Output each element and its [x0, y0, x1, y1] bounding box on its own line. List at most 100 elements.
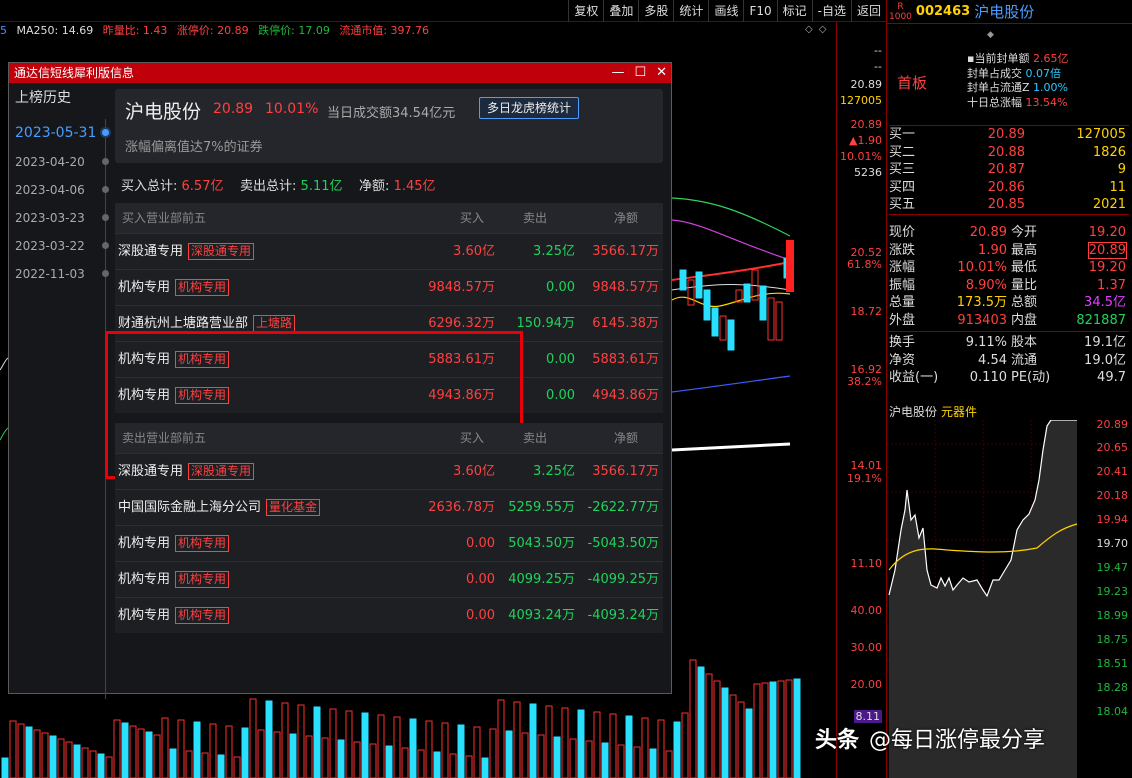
volume-bar [713, 680, 721, 778]
stock-name[interactable]: 沪电股份 [974, 0, 1034, 24]
buy-amount: 2636.78万 [428, 500, 495, 515]
table-row[interactable]: 深股通专用 深股通专用 3.60亿 3.25亿 3566.17万 [115, 453, 663, 489]
quote-key: 流通 [1011, 352, 1038, 368]
volume-bar [193, 721, 201, 778]
rating-badge: R 1000 [889, 2, 912, 22]
pe-ratio: 49.7 [1097, 370, 1126, 385]
sell-total-value: 5.11亿 [300, 179, 343, 194]
bid-row[interactable]: 买三 20.87 9 [889, 161, 1129, 179]
history-date-item[interactable]: 2023-05-31 [15, 125, 96, 141]
f10-button[interactable]: F10 [743, 0, 776, 22]
chart-control-icons[interactable]: ◇◇ [805, 24, 832, 35]
popup-titlebar[interactable]: 通达信短线犀利版信息 — ☐ ✕ [9, 63, 671, 83]
volume-bar [401, 747, 409, 778]
volume-bar [465, 755, 473, 778]
table-row[interactable]: 中国国际金融上海分公司 量化基金 2636.78万 5259.55万 -2622.… [115, 489, 663, 525]
column-header-buy: 买入 [459, 211, 484, 225]
volume-bar [49, 735, 57, 778]
seat-name: 机构专用 [118, 536, 171, 551]
totals-line: 买入总计: 6.57亿 卖出总计: 5.11亿 净额: 1.45亿 [121, 175, 436, 194]
minimize-icon[interactable]: — [611, 63, 624, 83]
history-date-item[interactable]: 2023-04-06 [15, 183, 85, 197]
mark-button[interactable]: 标记 [776, 0, 812, 22]
bid-volume: 2021 [1092, 197, 1126, 212]
table-row[interactable]: 机构专用 机构专用 4943.86万 0.00 4943.86万 [115, 377, 663, 413]
axis-label: 10.01% [840, 150, 882, 163]
bid-row[interactable]: 买一 20.89 127005 [889, 126, 1129, 144]
seat-tag: 上塘路 [253, 315, 296, 332]
ma-green-line [671, 197, 791, 237]
intraday-axis-label: 20.41 [1096, 465, 1129, 478]
collapse-arrow-icon[interactable]: ◆ [987, 30, 994, 40]
bid-row[interactable]: 买五 20.85 2021 [889, 196, 1129, 214]
ma-blue-line [671, 375, 791, 393]
table-row[interactable]: 机构专用 机构专用 0.00 4093.24万 -4093.24万 [115, 597, 663, 633]
table-row[interactable]: 机构专用 机构专用 5883.61万 0.00 5883.61万 [115, 341, 663, 377]
timeline-dot-icon [102, 158, 109, 165]
summary-turnover: 当日成交额34.54亿元 [327, 106, 456, 121]
quote-row: 换手 9.11% 股本 19.1亿 [889, 334, 1129, 352]
volume-bar [329, 708, 337, 778]
history-date-item[interactable]: 2023-03-23 [15, 211, 85, 225]
history-date-item[interactable]: 2023-03-22 [15, 239, 85, 253]
volume-bar [609, 713, 617, 778]
table-row[interactable]: 财通杭州上塘路营业部 上塘路 6296.32万 150.94万 6145.38万 [115, 305, 663, 341]
industry-tag[interactable]: 元器件 [941, 405, 977, 419]
volume-bar [793, 678, 801, 778]
current-price: 20.89 [969, 225, 1007, 240]
seal-row: 封单占流通Z 1.00% [967, 81, 1068, 96]
seat-name: 机构专用 [118, 608, 171, 623]
seal-label: 封单占成交 [967, 66, 1022, 80]
table-row[interactable]: 机构专用 机构专用 0.00 4099.25万 -4099.25万 [115, 561, 663, 597]
volume-bar [553, 736, 561, 778]
left-ma-line [0, 357, 9, 371]
overlay-button[interactable]: 叠加 [603, 0, 638, 22]
seat-tag: 机构专用 [175, 387, 230, 404]
draw-line-button[interactable]: 画线 [708, 0, 743, 22]
table-row[interactable]: 深股通专用 深股通专用 3.60亿 3.25亿 3566.17万 [115, 233, 663, 269]
sell-seats-table: 卖出营业部前五 买入 卖出 净额 深股通专用 深股通专用 3.60亿 3.25亿 … [115, 423, 663, 633]
seal-label: 当前封单额 [974, 52, 1030, 65]
seat-name: 深股通专用 [118, 244, 184, 259]
quote-row: 涨跌 1.90 最高 20.89 [889, 241, 1129, 260]
open-price: 19.20 [1088, 225, 1126, 240]
quote-key: 最低 [1011, 260, 1038, 275]
close-icon[interactable]: ✕ [656, 63, 667, 83]
table-row[interactable]: 机构专用 机构专用 0.00 5043.50万 -5043.50万 [115, 525, 663, 561]
seal-row: 封单占成交 0.07倍 [967, 67, 1068, 82]
statistics-button[interactable]: 统计 [673, 0, 708, 22]
axis-label: 11.10 [850, 557, 883, 570]
sell-amount: 0.00 [546, 388, 575, 403]
column-header-net: 净额 [613, 211, 638, 225]
buy-amount: 4943.86万 [428, 388, 495, 403]
volume-bar [737, 701, 745, 778]
history-date-item[interactable]: 2022-11-03 [15, 267, 85, 281]
volume-bar [345, 710, 353, 778]
multi-day-stats-button[interactable]: 多日龙虎榜统计 [479, 97, 580, 119]
timeline-line [105, 119, 106, 699]
bid-row[interactable]: 买二 20.88 1826 [889, 144, 1129, 162]
timeline-dot-icon [102, 242, 109, 249]
back-button[interactable]: 返回 [850, 0, 886, 22]
volume-bar [729, 694, 737, 778]
multi-stock-button[interactable]: 多股 [638, 0, 673, 22]
bid-row[interactable]: 买四 20.86 11 [889, 179, 1129, 197]
inner-volume: 821887 [1076, 312, 1126, 328]
history-date-item[interactable]: 2023-04-20 [15, 155, 85, 169]
axis-label: 5236 [854, 166, 882, 179]
volume-bar [617, 744, 625, 778]
candle [767, 297, 775, 341]
volume-bar [257, 729, 265, 778]
buy-amount: 0.00 [466, 608, 495, 623]
summary-change-percent: 10.01% [265, 101, 319, 117]
high-price: 20.89 [1087, 241, 1128, 259]
fuquan-button[interactable]: 复权 [568, 0, 603, 22]
board-label: 首板 [897, 74, 928, 92]
remove-watchlist-button[interactable]: -自选 [811, 0, 851, 22]
table-row[interactable]: 机构专用 机构专用 9848.57万 0.00 9848.57万 [115, 269, 663, 305]
quote-key: 涨跌 [889, 242, 916, 258]
quote-key: 涨幅 [889, 260, 916, 275]
history-title: 上榜历史 [15, 90, 71, 106]
maximize-icon[interactable]: ☐ [634, 63, 646, 83]
volume-bar [265, 700, 273, 778]
